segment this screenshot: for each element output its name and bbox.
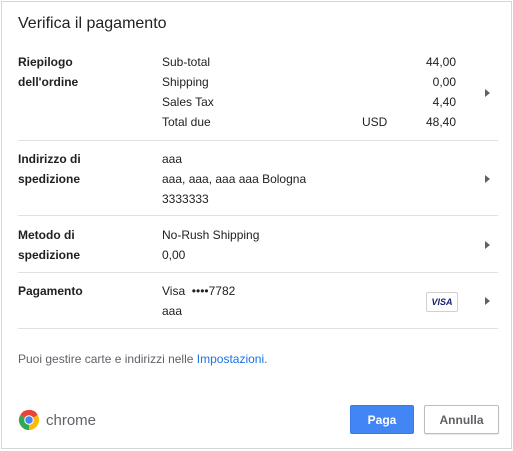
shipping-address-section[interactable]: Indirizzo di spedizione aaa aaa, aaa, aa… [18,149,498,216]
order-summary-body: Sub-total 44,00 Shipping 0,00 Sales Tax … [162,52,472,132]
shipping-address-label-line1: Indirizzo di [18,152,81,166]
payment-label: Pagamento [18,284,83,298]
shipping-method-label: Metodo di spedizione [18,225,128,265]
summary-row-tax: Sales Tax 4,40 [162,92,472,112]
shipping-method-body: No-Rush Shipping 0,00 [162,225,259,265]
phone-number: 3333333 [162,192,209,206]
payment-dialog: Verifica il pagamento Riepilogo dell'ord… [1,1,512,449]
summary-row-label: Sub-total [162,55,211,69]
chrome-logo-icon [18,409,40,431]
summary-row-amount: 4,40 [432,95,456,109]
shipping-method-label-line1: Metodo di [18,228,75,242]
footnote-text: Puoi gestire carte e indirizzi nelle [18,352,197,366]
shipping-address-body: aaa aaa, aaa, aaa aaa Bologna 3333333 [162,149,306,209]
cancel-button[interactable]: Annulla [424,405,499,434]
summary-row-amount: 48,40 [425,115,456,129]
summary-row-total: Total due USD 48,40 [162,112,472,132]
summary-row-currency: USD [362,115,388,129]
summary-row-label: Total due [162,115,211,129]
chevron-right-icon[interactable] [485,89,490,97]
shipping-method-section[interactable]: Metodo di spedizione No-Rush Shipping 0,… [18,225,498,273]
order-summary-label-line1: Riepilogo [18,55,73,69]
order-summary-label: Riepilogo dell'ordine [18,52,128,92]
shipping-address-label: Indirizzo di spedizione [18,149,128,189]
summary-row-amount: 0,00 [432,75,456,89]
summary-row-amount: 44,00 [425,55,456,69]
chevron-right-icon[interactable] [485,297,490,305]
shipping-address-label-line2: spedizione [18,172,81,186]
chrome-wordmark: chrome [46,411,97,429]
summary-row-shipping: Shipping 0,00 [162,72,472,92]
recipient-name: aaa [162,152,183,166]
shipping-method-label-line2: spedizione [18,248,81,262]
settings-link[interactable]: Impostazioni [197,352,264,366]
dialog-title: Verifica il pagamento [18,15,167,32]
chevron-right-icon[interactable] [485,175,490,183]
chrome-brand: chrome [18,408,96,432]
summary-row-label: Sales Tax [162,95,214,109]
payment-body: Visa ••••7782 aaa [162,281,235,321]
summary-row-label: Shipping [162,75,209,89]
shipping-method-name: No-Rush Shipping [162,228,260,242]
pay-button[interactable]: Paga [350,405,414,434]
card-number: Visa ••••7782 [162,284,236,298]
chevron-right-icon[interactable] [485,241,490,249]
order-summary-section[interactable]: Riepilogo dell'ordine Sub-total 44,00 Sh… [18,52,498,141]
address-line: aaa, aaa, aaa aaa Bologna [162,172,307,186]
settings-footnote: Puoi gestire carte e indirizzi nelle Imp… [18,352,267,366]
footnote-suffix: . [264,352,268,366]
card-holder: aaa [162,304,183,318]
shipping-method-price: 0,00 [162,248,186,262]
visa-card-icon: VISA [426,292,458,312]
summary-row-subtotal: Sub-total 44,00 [162,52,472,72]
payment-section[interactable]: Pagamento Visa ••••7782 aaa VISA [18,281,498,329]
order-summary-label-line2: dell'ordine [18,75,79,89]
